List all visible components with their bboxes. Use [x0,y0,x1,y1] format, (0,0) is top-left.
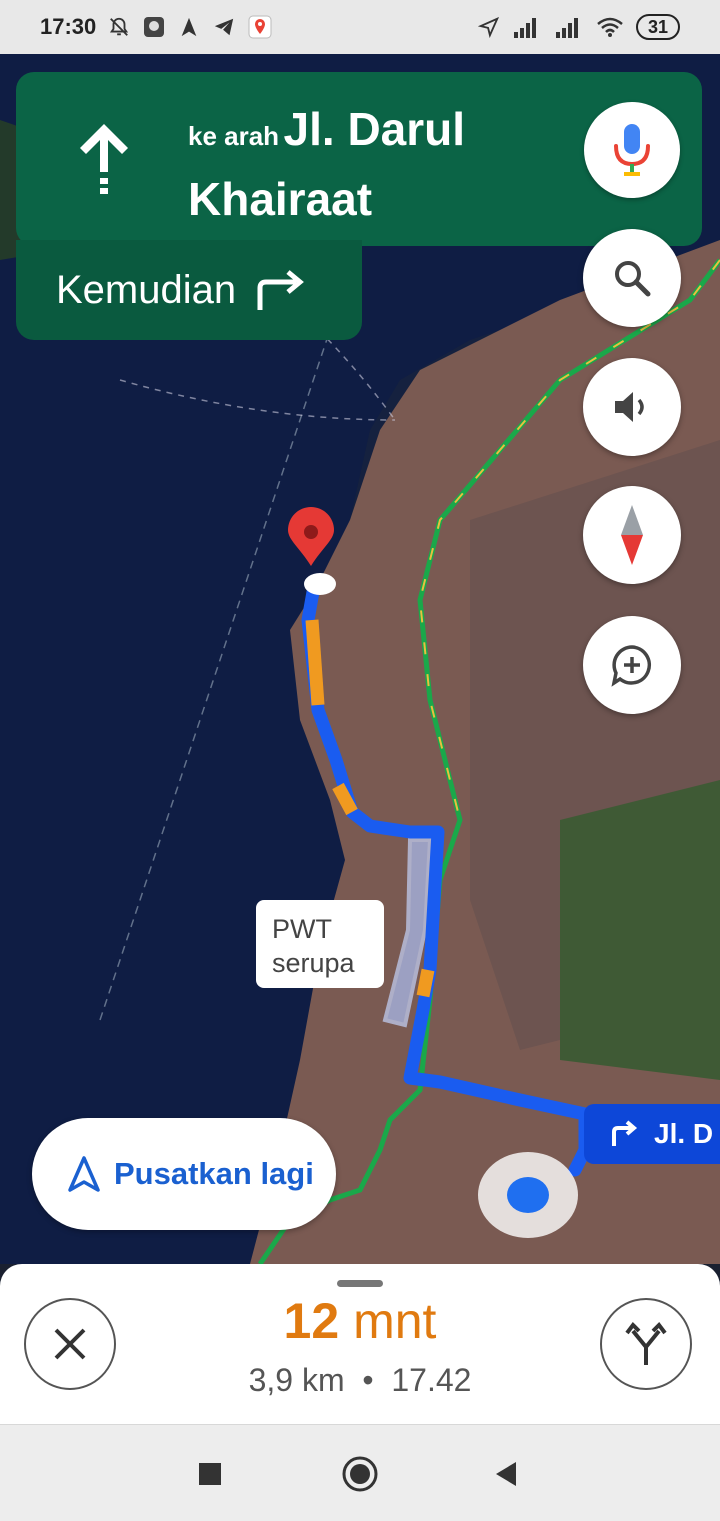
turn-right-icon [612,1120,638,1146]
trip-distance: 3,9 km [248,1362,345,1398]
alt-route-line2: serupa [272,948,355,978]
home-icon[interactable] [341,1455,379,1493]
alternate-route-label[interactable]: PWT serupa [256,900,384,988]
arrow-up-icon [80,124,128,194]
compass-icon [621,505,643,565]
mic-icon [614,124,650,176]
recent-apps-icon[interactable] [198,1462,222,1486]
status-time: 17:30 [40,14,97,39]
drag-handle[interactable] [337,1280,383,1287]
compass-button[interactable] [583,486,681,584]
then-label: Kemudian [56,267,237,312]
recenter-button[interactable]: Pusatkan lagi [32,1118,336,1230]
navigation-icon [181,17,197,37]
navigation-arrow-icon [68,1156,100,1192]
trip-arrival-time: 17.42 [391,1362,472,1398]
battery-indicator: 31 [635,14,680,40]
navigation-prefix: ke arah [188,121,280,151]
system-navigation-bar [0,1424,720,1521]
navigation-text: ke arah Jl. Darul Khairaat [188,100,568,240]
route-street-chip: Jl. D [584,1104,720,1164]
current-location-icon [507,1177,549,1213]
signal-icon [513,18,536,38]
back-icon[interactable] [494,1461,518,1487]
voice-search-button[interactable] [584,102,680,198]
then-instruction[interactable]: Kemudian [16,240,362,340]
search-icon [615,261,651,297]
app-icon [144,17,165,37]
status-bar: 17:30 31 [0,0,720,54]
wifi-icon [597,17,623,37]
trip-summary-sheet[interactable]: 12 mnt 3,9 km • 17.42 [0,1264,720,1424]
trip-separator: • [362,1362,374,1398]
maps-icon [248,15,272,39]
signal-icon [555,18,578,38]
route-chip-label: Jl. D [654,1118,714,1149]
volume-icon [615,392,644,422]
alternate-routes-button[interactable] [600,1298,692,1390]
fork-route-icon [625,1321,667,1365]
bell-off-icon [110,17,129,36]
recenter-label: Pusatkan lagi [114,1156,314,1191]
add-report-button[interactable] [583,616,681,714]
location-icon [477,16,500,38]
search-button[interactable] [583,229,681,327]
eta-minutes: 12 [283,1293,340,1349]
add-report-icon [611,645,652,687]
eta-unit: mnt [353,1293,437,1349]
turn-right-icon [257,270,305,310]
alt-route-line1: PWT [272,914,332,944]
volume-button[interactable] [583,358,681,456]
telegram-icon [215,18,234,36]
